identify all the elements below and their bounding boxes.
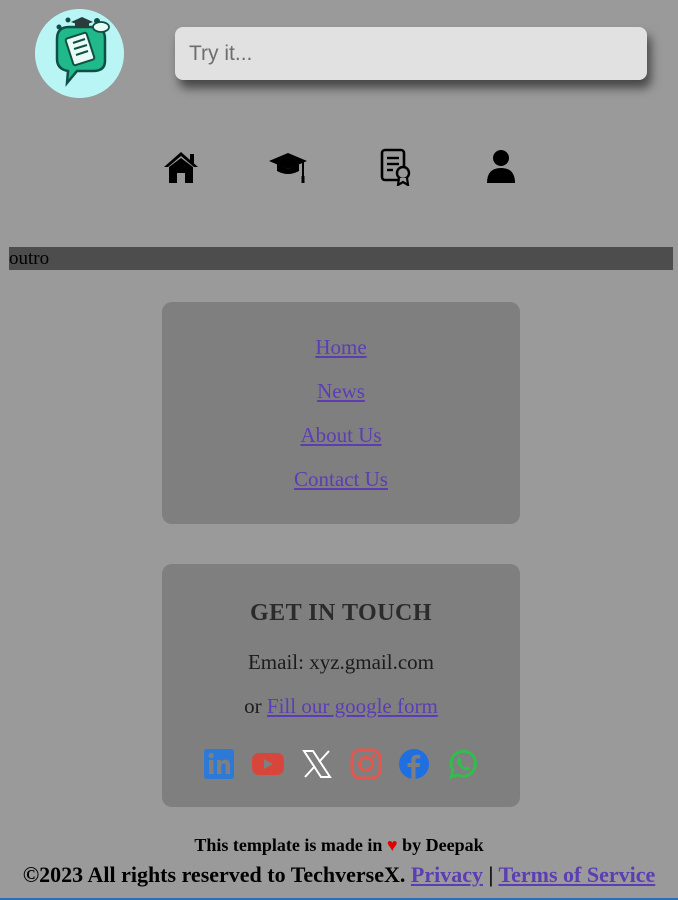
nav-courses[interactable] — [268, 147, 308, 187]
nav-profile[interactable] — [481, 147, 521, 187]
terms-link[interactable]: Terms of Service — [498, 862, 655, 887]
contact-email: Email: xyz.gmail.com — [247, 650, 435, 674]
chat-bubble-checklist-logo — [35, 9, 124, 98]
graduation-cap-icon — [269, 153, 307, 183]
footer-link-home[interactable]: Home — [162, 335, 520, 360]
copyright-text: ©2023 All rights reserved to TechverseX. — [22, 862, 406, 887]
whatsapp-icon — [448, 749, 477, 780]
whatsapp-link[interactable] — [446, 747, 480, 781]
search-input[interactable] — [175, 27, 647, 80]
nav-certificates[interactable] — [375, 147, 415, 187]
template-credit: This template is made in ♥ by Deepak — [0, 835, 678, 856]
x-icon — [302, 750, 332, 778]
copyright-line: ©2023 All rights reserved to TechverseX.… — [0, 862, 678, 888]
credit-suffix: by Deepak — [402, 835, 484, 855]
footer-link-news[interactable]: News — [162, 379, 520, 404]
footer-links-card: Home News About Us Contact Us — [162, 302, 520, 524]
home-icon — [164, 152, 198, 183]
linkedin-link[interactable] — [202, 747, 236, 781]
youtube-icon — [252, 753, 284, 775]
facebook-icon — [399, 749, 429, 779]
footer-link-about-us[interactable]: About Us — [162, 423, 520, 448]
instagram-link[interactable] — [349, 747, 383, 781]
form-prefix: or — [244, 694, 262, 718]
linkedin-icon — [204, 749, 234, 779]
contact-card: GET IN TOUCH Email: xyz.gmail.com or Fil… — [162, 564, 520, 807]
site-logo[interactable] — [35, 9, 124, 98]
google-form-line: or Fill our google form — [162, 694, 520, 719]
separator: | — [488, 862, 494, 887]
heart-icon: ♥ — [386, 835, 398, 855]
nav-home[interactable] — [161, 147, 201, 187]
outro-section: outro — [9, 247, 673, 270]
privacy-link[interactable]: Privacy — [411, 862, 483, 887]
footer-link-contact-us[interactable]: Contact Us — [162, 467, 520, 492]
youtube-link[interactable] — [251, 747, 285, 781]
contact-heading: GET IN TOUCH — [249, 600, 433, 626]
certificate-icon — [380, 148, 411, 186]
user-icon — [487, 150, 515, 183]
credit-prefix: This template is made in — [194, 835, 383, 855]
google-form-link[interactable]: Fill our google form — [267, 694, 438, 718]
x-link[interactable] — [300, 747, 334, 781]
facebook-link[interactable] — [397, 747, 431, 781]
instagram-icon — [350, 748, 382, 780]
